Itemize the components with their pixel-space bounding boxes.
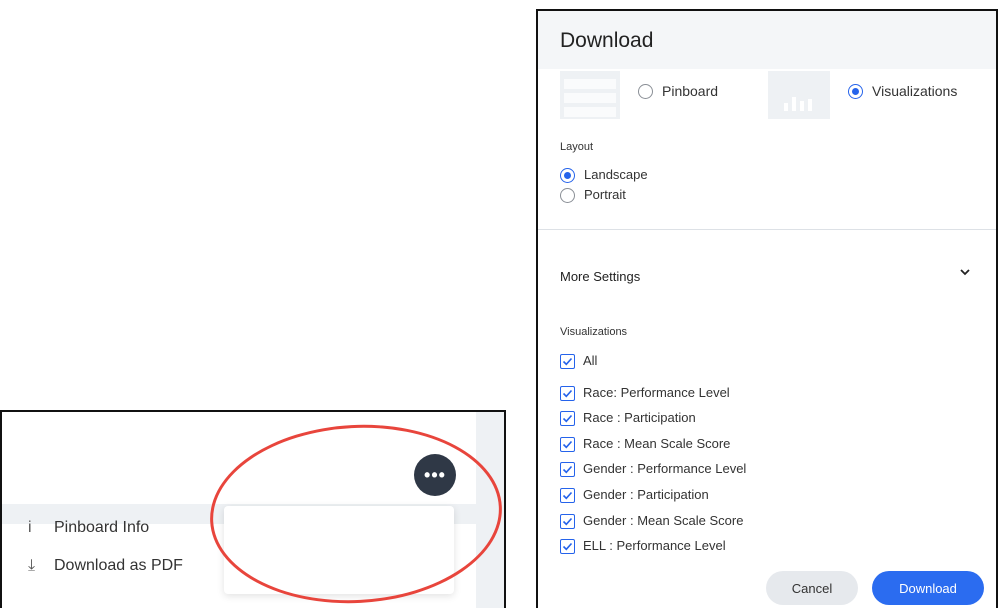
- visualization-checkbox[interactable]: [560, 539, 575, 554]
- dialog-title: Download: [560, 29, 654, 52]
- visualization-checkbox[interactable]: [560, 437, 575, 452]
- visualization-checkbox[interactable]: [560, 488, 575, 503]
- check-icon: [562, 517, 573, 526]
- download-icon: ⤓: [28, 557, 36, 574]
- visualizations-radio-label: Visualizations: [872, 83, 958, 99]
- visualization-checkbox[interactable]: [560, 514, 575, 529]
- pinboard-radio[interactable]: [638, 84, 653, 99]
- check-icon: [562, 440, 573, 449]
- visualization-checkbox-label: Gender : Performance Level: [583, 461, 747, 476]
- download-pdf-item[interactable]: ⤓ Download as PDF: [28, 552, 183, 580]
- section-divider: [538, 229, 996, 230]
- visualization-checkbox-label: Gender : Mean Scale Score: [583, 513, 744, 528]
- visualization-checkbox-label: All: [583, 353, 598, 368]
- pinboard-radio-label: Pinboard: [662, 83, 719, 99]
- cancel-button[interactable]: Cancel: [766, 571, 858, 605]
- more-settings-label[interactable]: More Settings: [560, 269, 640, 284]
- check-icon: [562, 542, 573, 551]
- portrait-radio[interactable]: [560, 188, 575, 203]
- download-pdf-label: Download as PDF: [54, 557, 183, 574]
- download-dialog: Download Pinboard Visualizations Layout …: [536, 9, 998, 608]
- visualization-checkbox[interactable]: [560, 411, 575, 426]
- visualization-checkbox[interactable]: [560, 462, 575, 477]
- visualization-checkbox-label: Race: Performance Level: [583, 385, 730, 400]
- visualization-checkbox-label: Gender : Participation: [583, 487, 709, 502]
- download-button[interactable]: Download: [872, 571, 984, 605]
- layout-label: Layout: [560, 141, 594, 153]
- check-icon: [562, 465, 573, 474]
- landscape-radio[interactable]: [560, 168, 575, 183]
- check-icon: [562, 389, 573, 398]
- pinboard-info-item[interactable]: i Pinboard Info: [28, 514, 149, 542]
- check-icon: [562, 357, 573, 366]
- visualizations-radio[interactable]: [848, 84, 863, 99]
- pinboard-thumbnail: [560, 71, 620, 119]
- check-icon: [562, 491, 573, 500]
- info-icon: i: [28, 519, 32, 536]
- visualization-checkbox[interactable]: [560, 354, 575, 369]
- visualization-checkbox-label: Race : Participation: [583, 410, 696, 425]
- visualization-checkbox-label: ELL : Performance Level: [583, 538, 726, 553]
- visualization-checkbox-label: Race : Mean Scale Score: [583, 436, 731, 451]
- portrait-label: Portrait: [584, 187, 626, 202]
- pinboard-info-label: Pinboard Info: [54, 519, 150, 536]
- check-icon: [562, 414, 573, 423]
- visualization-checkbox[interactable]: [560, 386, 575, 401]
- visualizations-thumbnail: [768, 71, 830, 119]
- landscape-label: Landscape: [584, 167, 648, 182]
- chevron-down-icon[interactable]: [958, 265, 972, 279]
- visualizations-label: Visualizations: [560, 326, 628, 338]
